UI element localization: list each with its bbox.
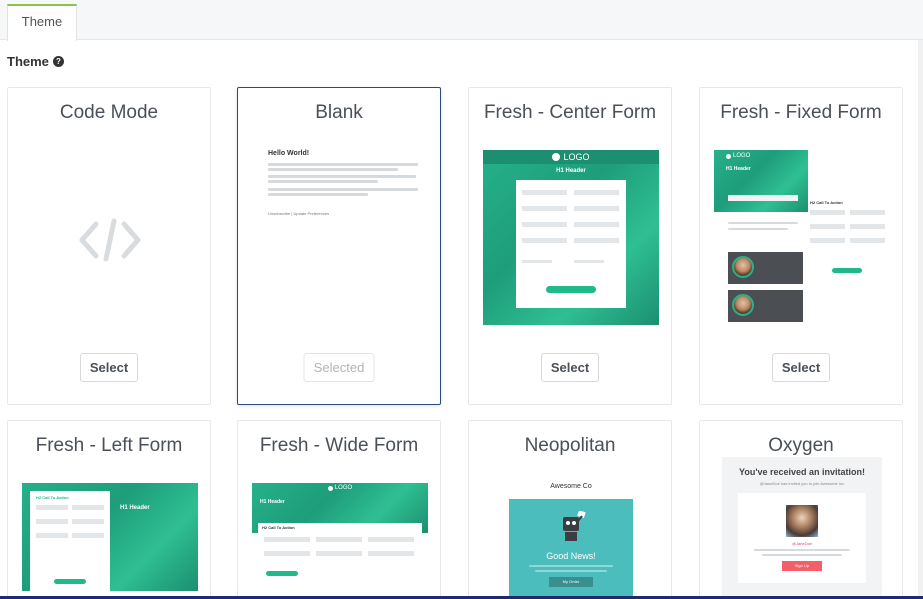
preview-footer: Unsubscribe | Update Preferences — [268, 211, 330, 216]
theme-card-fresh-wide-form[interactable]: Fresh - Wide Form LOGO H1 Header H2 Call… — [237, 420, 441, 598]
preview-headline: Good News! — [546, 551, 596, 561]
scrollbar[interactable] — [918, 40, 923, 596]
section-title: Theme ? — [7, 54, 64, 69]
code-icon — [79, 218, 141, 262]
fresh-wide-preview: LOGO H1 Header H2 Call To Action — [252, 483, 428, 591]
select-button[interactable]: Select — [80, 353, 138, 382]
theme-card-blank[interactable]: Blank Hello World! Unsubscribe | Update … — [237, 87, 441, 405]
theme-card-neopolitan[interactable]: Neopolitan Awesome Co Good News! My Orde… — [468, 420, 672, 599]
fresh-fixed-preview: LOGO H1 Header H2 Call To Action — [714, 150, 890, 325]
select-button[interactable]: Select — [772, 353, 830, 382]
preview-heading: Hello World! — [268, 150, 310, 157]
fresh-left-preview: H2 Call To Action H1 Header — [22, 483, 198, 591]
preview-company: Awesome Co — [550, 483, 592, 490]
theme-card-code-mode[interactable]: Code Mode Select — [7, 87, 211, 405]
theme-card-fresh-center-form[interactable]: Fresh - Center Form LOGO H1 Header Selec… — [468, 87, 672, 405]
robot-icon — [563, 511, 586, 541]
preview-headline: You've received an invitation! — [738, 467, 865, 477]
preview-button: My Order — [549, 577, 593, 587]
theme-card-title: Oxygen — [768, 435, 834, 456]
neopolitan-preview: Awesome Co Good News! My Order — [509, 479, 633, 599]
theme-card-title: Neopolitan — [524, 435, 616, 456]
theme-card-title: Fresh - Center Form — [483, 102, 657, 123]
question-circle-icon[interactable]: ? — [52, 56, 64, 67]
selected-button: Selected — [303, 353, 375, 382]
theme-card-fresh-fixed-form[interactable]: Fresh - Fixed Form LOGO H1 Header H2 Cal… — [699, 87, 903, 405]
blank-preview: Hello World! Unsubscribe | Update Prefer… — [268, 148, 418, 228]
theme-card-oxygen[interactable]: Oxygen You've received an invitation! @J… — [699, 420, 903, 598]
theme-card-title: Blank — [315, 102, 363, 123]
theme-card-title: Fresh - Wide Form — [259, 435, 419, 456]
fresh-center-preview: LOGO H1 Header — [483, 150, 659, 325]
select-button[interactable]: Select — [541, 353, 599, 382]
section-title-label: Theme — [7, 54, 49, 69]
tab-bar: Theme — [0, 0, 923, 41]
theme-card-title: Code Mode — [59, 102, 159, 123]
theme-card-title: Fresh - Left Form — [35, 435, 183, 456]
theme-card-title: Fresh - Fixed Form — [720, 102, 882, 123]
preview-logo: LOGO — [483, 150, 659, 164]
tab-theme[interactable]: Theme — [7, 4, 77, 41]
theme-card-fresh-left-form[interactable]: Fresh - Left Form H2 Call To Action H1 H… — [7, 420, 211, 598]
preview-button: Sign Up — [782, 561, 822, 571]
oxygen-preview: You've received an invitation! @JaneDoe … — [722, 457, 882, 597]
